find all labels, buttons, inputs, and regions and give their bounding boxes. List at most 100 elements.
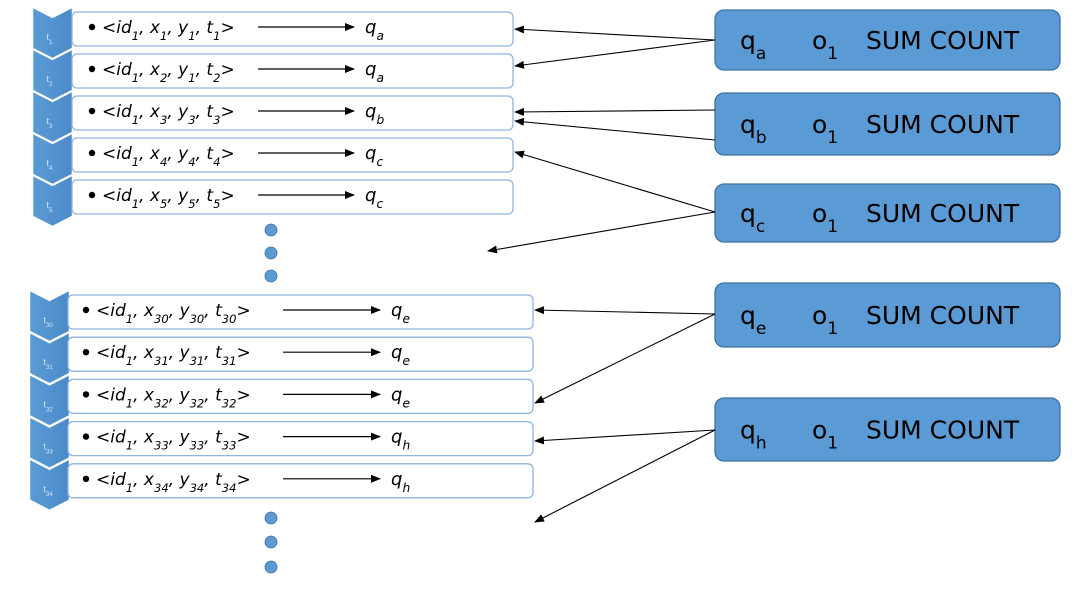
tspan: , y	[169, 385, 191, 405]
tspan: , x	[139, 60, 161, 80]
tspan: , t	[196, 144, 215, 164]
tspan: , x	[139, 144, 161, 164]
tspan: >	[236, 385, 250, 405]
x-subscript: 5	[160, 197, 167, 211]
x-subscript: 2	[160, 71, 167, 85]
ellipsis-dot	[264, 535, 278, 549]
link-arrow	[514, 107, 716, 116]
timestamp-subscript: 4	[49, 165, 53, 172]
tspan: <id	[96, 428, 126, 448]
tspan: q	[391, 427, 402, 448]
id-subscript: 1	[132, 71, 139, 85]
tspan: , t	[196, 102, 215, 122]
query-summary-box: qe o1 SUM COUNT	[714, 282, 1061, 348]
tuple-row: <id1, x33, y33, t33> qh	[67, 420, 534, 457]
tspan: q	[391, 469, 402, 490]
query-subscript: c	[756, 217, 765, 237]
query-subscript: b	[376, 113, 384, 127]
tuple-row: <id1, x32, y32, t32> qe	[67, 378, 534, 415]
x-subscript: 4	[160, 155, 167, 169]
tspan: >	[236, 470, 250, 490]
tspan: <id	[102, 102, 132, 122]
timestamp-subscript: 34	[46, 490, 53, 497]
query-subscript: h	[756, 434, 767, 454]
tspan: , x	[139, 186, 161, 206]
link-arrow	[514, 117, 716, 141]
y-subscript: 32	[190, 396, 205, 410]
tspan: q	[740, 110, 756, 139]
timeline-chevron	[32, 7, 73, 59]
tuple-row: <id1, x34, y34, t34> qh	[67, 463, 534, 499]
x-subscript: 30	[154, 312, 169, 326]
timestamp-subscript: 2	[49, 81, 53, 88]
bullet-icon	[88, 107, 96, 115]
t-subscript: 4	[213, 155, 220, 169]
y-subscript: 34	[190, 481, 205, 495]
id-subscript: 1	[132, 155, 139, 169]
bullet-icon	[82, 306, 90, 314]
tspan: >	[236, 343, 250, 363]
id-subscript: 1	[132, 29, 139, 43]
tspan: q	[740, 26, 756, 55]
link-arrow	[487, 211, 716, 254]
t-subscript: 34	[222, 481, 237, 495]
tspan: <id	[102, 186, 132, 206]
query-subscript: e	[756, 319, 766, 339]
tspan: q	[365, 101, 376, 122]
y-subscript: 3	[188, 113, 195, 127]
ellipsis-dot	[264, 269, 278, 283]
y-subscript: 30	[190, 312, 205, 326]
ellipsis-dot	[264, 223, 278, 237]
timeline-chevron	[29, 290, 70, 342]
tspan: o	[812, 110, 827, 139]
tspan: q	[740, 416, 756, 445]
tspan: q	[391, 300, 402, 321]
tspan: <id	[96, 385, 126, 405]
y-subscript: 1	[188, 29, 195, 43]
tspan: q	[391, 342, 402, 363]
query-subscript: a	[756, 44, 766, 64]
tspan: , t	[204, 301, 223, 321]
aggregates-label: SUM COUNT	[866, 301, 1020, 330]
tspan: o	[812, 199, 827, 228]
tspan: , y	[167, 144, 189, 164]
query-summary-box: qb o1 SUM COUNT	[714, 92, 1061, 156]
query-summary-box: qh o1 SUM COUNT	[714, 397, 1061, 462]
tspan: q	[740, 199, 756, 228]
y-subscript: 4	[188, 155, 195, 169]
query-subscript: c	[376, 155, 383, 169]
tspan: , y	[167, 60, 189, 80]
query-subscript: e	[402, 312, 410, 326]
id-subscript: 1	[126, 481, 133, 495]
query-subscript: h	[402, 439, 410, 453]
tspan: , y	[169, 470, 191, 490]
tspan: , t	[204, 385, 223, 405]
ellipsis-dot	[264, 511, 278, 525]
tspan: <id	[102, 60, 132, 80]
tspan: >	[220, 60, 234, 80]
t-subscript: 31	[222, 354, 237, 368]
id-subscript: 1	[126, 439, 133, 453]
timestamp-subscript: 31	[46, 364, 53, 371]
timestamp-subscript: 32	[46, 406, 53, 413]
bullet-icon	[88, 191, 96, 199]
y-subscript: 31	[190, 354, 205, 368]
query-subscript: h	[402, 481, 410, 495]
tspan: , x	[133, 301, 155, 321]
tuple-row: <id1, x4, y4, t4> qc	[71, 137, 514, 173]
x-subscript: 31	[154, 354, 169, 368]
timeline-group: t1t2t3t4t5<id1, x1, y1, t1> qa<id1, x2, y…	[32, 7, 514, 227]
tspan: , y	[167, 18, 189, 38]
tspan: <id	[96, 301, 126, 321]
tuple-row: <id1, x3, y3, t3> qb	[71, 95, 514, 131]
tspan: q	[740, 301, 756, 330]
query-summary-box: qa o1 SUM COUNT	[714, 9, 1061, 71]
link-arrow	[534, 313, 716, 404]
tspan: , x	[139, 18, 161, 38]
bullet-icon	[82, 475, 90, 482]
bullet-icon	[82, 391, 90, 398]
tspan: <id	[102, 144, 132, 164]
query-subscript: b	[756, 128, 767, 148]
query-summary-box: qc o1 SUM COUNT	[714, 183, 1061, 243]
aggregates-label: SUM COUNT	[866, 26, 1020, 55]
